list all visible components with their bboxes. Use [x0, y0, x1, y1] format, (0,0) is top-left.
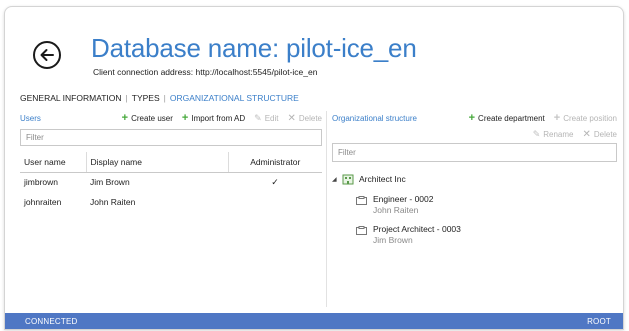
create-user-button[interactable]: + Create user	[121, 111, 173, 124]
current-user: ROOT	[587, 316, 611, 326]
cell-administrator	[228, 192, 322, 212]
admin-check-icon: ✓	[271, 176, 279, 187]
position-person: John Raiten	[373, 205, 419, 215]
page-title: Database name: pilot-ice_en	[91, 33, 417, 63]
column-header-user-name[interactable]: User name	[20, 152, 86, 173]
x-icon: ✕	[582, 128, 591, 140]
table-row[interactable]: johnraiten John Raiten	[20, 192, 322, 212]
create-department-button[interactable]: + Create department	[468, 111, 545, 124]
column-header-administrator[interactable]: Administrator	[227, 152, 322, 173]
delete-org-button[interactable]: ✕ Delete	[582, 129, 617, 140]
plus-icon: +	[553, 111, 561, 124]
triangle-expanded-icon[interactable]: ◢	[332, 176, 342, 183]
tab-bar: GENERAL INFORMATION | TYPES | ORGANIZATI…	[20, 93, 299, 103]
org-sub-toolbar: ✎ Rename ✕ Delete	[332, 127, 617, 141]
create-user-label: Create user	[131, 113, 173, 123]
position-name: Project Architect - 0003	[373, 224, 461, 234]
delete-label: Delete	[593, 129, 617, 139]
pencil-icon: ✎	[254, 112, 262, 123]
position-name: Engineer - 0002	[373, 194, 434, 204]
tree-node-position[interactable]: Project Architect - 0003 Jim Brown	[356, 224, 617, 246]
import-from-ad-button[interactable]: + Import from AD	[181, 111, 246, 124]
delete-user-button[interactable]: ✕ Delete	[287, 113, 322, 124]
tree-node-label: Architect Inc	[359, 174, 406, 184]
users-table: User name Display name Administrator jim…	[20, 152, 322, 212]
panel-divider[interactable]	[326, 111, 327, 307]
plus-icon: +	[121, 111, 129, 124]
org-structure-panel: Organizational structure + Create depart…	[332, 111, 617, 307]
connection-status: CONNECTED	[25, 316, 78, 326]
org-tree: ◢ Architect Inc Engineer - 0002 John Rai…	[332, 172, 617, 246]
status-bar: CONNECTED ROOT	[5, 313, 623, 329]
rename-label: Rename	[543, 129, 574, 139]
users-filter-input[interactable]	[20, 129, 322, 146]
table-row[interactable]: jimbrown Jim Brown ✓	[20, 172, 322, 192]
create-position-button[interactable]: + Create position	[553, 111, 617, 124]
create-department-label: Create department	[478, 113, 545, 123]
org-filter-input[interactable]	[332, 143, 617, 162]
tree-node-root[interactable]: ◢ Architect Inc	[332, 172, 617, 186]
org-panel-title: Organizational structure	[332, 113, 417, 123]
arrow-left-icon	[40, 49, 54, 61]
users-toolbar: Users + Create user + Import from AD ✎ E…	[20, 111, 322, 125]
users-panel-title: Users	[20, 113, 41, 123]
organization-icon	[342, 174, 354, 184]
org-toolbar: Organizational structure + Create depart…	[332, 111, 617, 125]
cell-display-name: Jim Brown	[90, 177, 130, 188]
position-icon	[356, 226, 367, 235]
cell-user-name: jimbrown	[24, 177, 59, 188]
tree-node-position[interactable]: Engineer - 0002 John Raiten	[356, 194, 617, 216]
back-button[interactable]	[33, 41, 61, 69]
connection-address: Client connection address: http://localh…	[93, 67, 318, 77]
x-icon: ✕	[287, 112, 296, 124]
cell-display-name: John Raiten	[90, 197, 136, 207]
users-table-header: User name Display name Administrator	[20, 152, 322, 173]
tab-separator: |	[125, 93, 128, 103]
plus-icon: +	[468, 111, 476, 124]
pencil-icon: ✎	[532, 128, 541, 139]
plus-icon: +	[181, 111, 189, 124]
edit-label: Edit	[264, 113, 279, 123]
column-header-display-name[interactable]: Display name	[85, 152, 228, 173]
edit-user-button[interactable]: ✎ Edit	[254, 113, 278, 124]
cell-user-name: johnraiten	[24, 197, 62, 207]
create-position-label: Create position	[563, 113, 617, 123]
tab-organizational-structure[interactable]: ORGANIZATIONAL STRUCTURE	[170, 93, 299, 103]
tab-general-information[interactable]: GENERAL INFORMATION	[20, 93, 122, 103]
tab-types[interactable]: TYPES	[132, 93, 160, 103]
users-panel: Users + Create user + Import from AD ✎ E…	[20, 111, 322, 307]
position-icon	[356, 196, 367, 205]
import-from-ad-label: Import from AD	[191, 113, 246, 123]
delete-label: Delete	[298, 113, 322, 123]
position-person: Jim Brown	[373, 235, 413, 245]
rename-button[interactable]: ✎ Rename	[533, 129, 574, 140]
app-window: Database name: pilot-ice_en Client conne…	[4, 6, 624, 330]
tab-separator: |	[163, 93, 166, 103]
